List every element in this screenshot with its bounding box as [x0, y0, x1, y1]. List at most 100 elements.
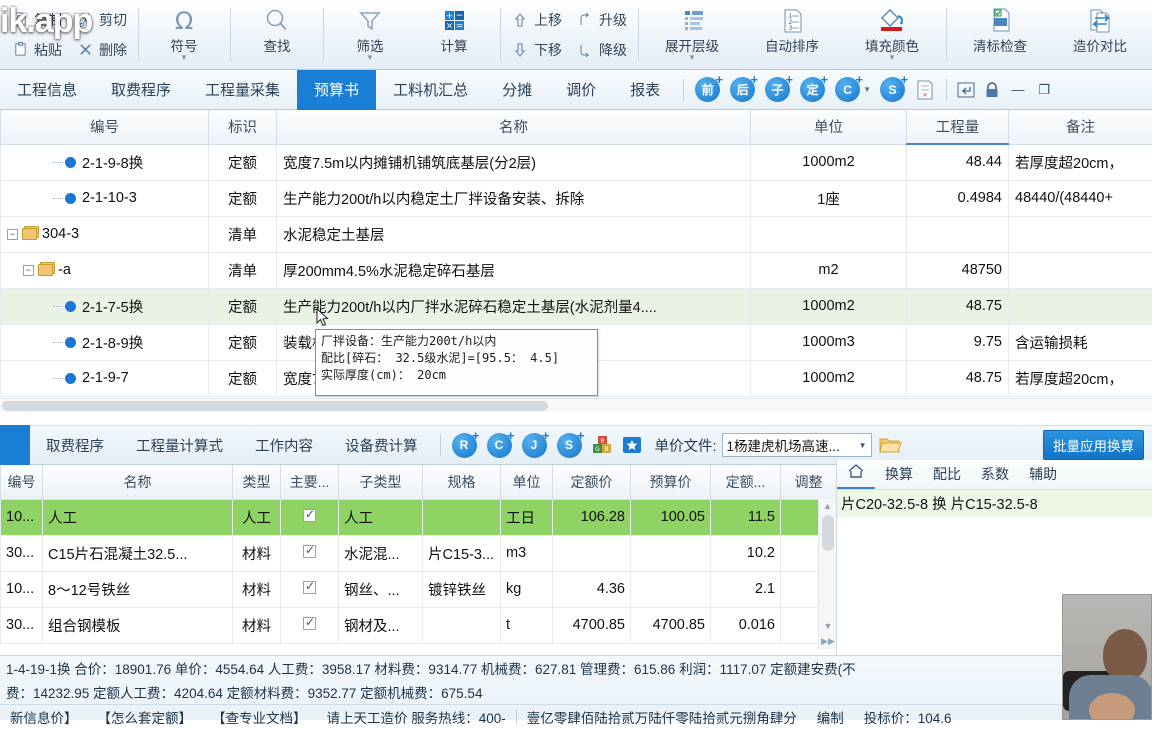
unit-price-file-select[interactable]: 1杨建虎机场高速... ▼: [722, 433, 872, 457]
cell-spec[interactable]: [423, 499, 501, 535]
cell-base-qty[interactable]: 0.016: [711, 607, 781, 643]
cell-code[interactable]: 2-1-7-5换: [1, 288, 209, 324]
conversion-entry[interactable]: 片C20-32.5-8 换 片C15-32.5-8: [837, 490, 1152, 517]
tab-engineering-info[interactable]: 工程信息: [0, 70, 94, 110]
cell-name[interactable]: 生产能力200t/h以内稳定土厂拌设备安装、拆除: [277, 180, 751, 216]
chevron-down-icon[interactable]: ▼: [863, 85, 871, 94]
enter-icon[interactable]: [953, 77, 979, 103]
cell-unit[interactable]: 1000m2: [751, 360, 907, 396]
promote-button[interactable]: 升级: [569, 5, 634, 35]
insert-c-badge[interactable]: C: [835, 77, 860, 102]
cell-mark[interactable]: 定额: [209, 360, 277, 396]
restore-button[interactable]: ❐: [1031, 77, 1057, 103]
cell-note[interactable]: [1009, 288, 1152, 324]
minimize-button[interactable]: —: [1005, 77, 1031, 103]
cell-quantity[interactable]: 48.75: [907, 288, 1009, 324]
cell-name[interactable]: 组合钢模板: [43, 607, 233, 643]
column-header-base-qty[interactable]: 定额...: [711, 465, 781, 499]
cell-subtype[interactable]: 钢材及...: [339, 607, 423, 643]
cell-note[interactable]: [1009, 252, 1152, 288]
cell-quantity[interactable]: 48750: [907, 252, 1009, 288]
table-row[interactable]: 30... 组合钢模板 材料 钢材及... t 4700.85 4700.85 …: [1, 607, 837, 643]
table-row-selected[interactable]: 2-1-7-5换 定额 生产能力200t/h以内厂拌水泥碎石稳定土基层(水泥剂量…: [1, 288, 1152, 324]
column-header-subtype[interactable]: 子类型: [339, 465, 423, 499]
cell-main-checkbox[interactable]: [281, 607, 339, 643]
cell-name[interactable]: 生产能力200t/h以内厂拌水泥碎石稳定土基层(水泥剂量4....: [277, 288, 751, 324]
cell-name[interactable]: 水泥稳定土基层: [277, 216, 751, 252]
chevron-down-icon[interactable]: ▼: [888, 54, 896, 61]
cell-unit[interactable]: t: [501, 607, 553, 643]
cell-subtype[interactable]: 水泥混...: [339, 535, 423, 571]
cell-code[interactable]: 2-1-10-3: [1, 180, 209, 216]
favorite-star-icon[interactable]: [620, 434, 644, 456]
cell-code[interactable]: 10...: [1, 571, 43, 607]
cell-main-checkbox[interactable]: [281, 571, 339, 607]
cell-note[interactable]: 若厚度超20cm，: [1009, 144, 1152, 180]
table-row[interactable]: 2-1-9-8换 定额 宽度7.5m以内摊铺机铺筑底基层(分2层) 1000m2…: [1, 144, 1152, 180]
cell-type[interactable]: 材料: [233, 571, 281, 607]
scroll-right-arrow-icon[interactable]: ▶▶: [819, 634, 837, 648]
detail-tab-quantity-formula[interactable]: 工程量计算式: [120, 435, 239, 456]
column-header-note[interactable]: 备注: [1009, 110, 1152, 144]
cell-base-qty[interactable]: 11.5: [711, 499, 781, 535]
cell-unit[interactable]: kg: [501, 571, 553, 607]
cell-base-price[interactable]: [553, 535, 631, 571]
cell-note[interactable]: 48440/(48440+: [1009, 180, 1152, 216]
column-header-name[interactable]: 名称: [43, 465, 233, 499]
expand-levels-button[interactable]: 展开层级 ▼: [642, 0, 742, 69]
chevron-down-icon[interactable]: ▼: [180, 54, 188, 61]
cell-code[interactable]: − -a: [1, 252, 209, 288]
cell-mark[interactable]: 定额: [209, 288, 277, 324]
tree-collapse-toggle[interactable]: −: [23, 265, 34, 276]
conversion-tab-coefficient[interactable]: 系数: [971, 461, 1019, 489]
detail-tab-active-indicator[interactable]: [0, 425, 30, 465]
add-labor-badge[interactable]: R: [452, 433, 477, 458]
cell-note[interactable]: [1009, 216, 1152, 252]
cell-spec[interactable]: 镀锌铁丝: [423, 571, 501, 607]
resource-grid-vscrollbar[interactable]: ▲ ▼ ▶▶: [818, 499, 836, 649]
move-up-button[interactable]: 上移: [504, 5, 569, 35]
column-header-spec[interactable]: 规格: [423, 465, 501, 499]
conversion-tab-auxiliary[interactable]: 辅助: [1019, 461, 1067, 489]
lock-icon[interactable]: [979, 77, 1005, 103]
cell-subtype[interactable]: 人工: [339, 499, 423, 535]
chevron-down-icon[interactable]: ▼: [366, 54, 374, 61]
table-row[interactable]: 30... C15片石混凝土32.5... 材料 水泥混... 片C15-3..…: [1, 535, 837, 571]
column-header-unit[interactable]: 单位: [501, 465, 553, 499]
cell-unit[interactable]: m3: [501, 535, 553, 571]
cell-code[interactable]: 2-1-9-8换: [1, 144, 209, 180]
cell-unit[interactable]: 1000m2: [751, 144, 907, 180]
cell-budget-price[interactable]: 100.05: [631, 499, 711, 535]
cell-quantity[interactable]: 48.75: [907, 360, 1009, 396]
checkbox-icon[interactable]: [303, 581, 316, 594]
checkbox-icon[interactable]: [303, 617, 316, 630]
column-header-base-price[interactable]: 定额价: [553, 465, 631, 499]
cell-unit[interactable]: m2: [751, 252, 907, 288]
table-row[interactable]: 10... 8～12号铁丝 材料 钢丝、... 镀锌铁丝 kg 4.36 2.1: [1, 571, 837, 607]
symbol-button[interactable]: Ω 符号 ▼: [142, 0, 226, 69]
demote-button[interactable]: 降级: [569, 35, 634, 65]
quota-page-icon[interactable]: ×: [913, 79, 937, 101]
cell-note[interactable]: 若厚度超20cm，: [1009, 360, 1152, 396]
cell-mark[interactable]: 定额: [209, 180, 277, 216]
cell-name[interactable]: 人工: [43, 499, 233, 535]
cell-base-price[interactable]: 4.36: [553, 571, 631, 607]
add-machine-badge[interactable]: J: [522, 433, 547, 458]
cell-spec[interactable]: [423, 607, 501, 643]
cell-main-checkbox[interactable]: [281, 535, 339, 571]
add-material-badge[interactable]: C: [487, 433, 512, 458]
cell-mark[interactable]: 清单: [209, 252, 277, 288]
find-button[interactable]: 查找: [235, 0, 319, 69]
cell-unit[interactable]: 1座: [751, 180, 907, 216]
cell-base-qty[interactable]: 2.1: [711, 571, 781, 607]
cell-name[interactable]: 厚200mm4.5%水泥稳定碎石基层: [277, 252, 751, 288]
insert-s-badge[interactable]: S: [880, 77, 905, 102]
cell-base-price[interactable]: 4700.85: [553, 607, 631, 643]
scrollbar-thumb[interactable]: [822, 515, 834, 551]
cell-unit[interactable]: 工日: [501, 499, 553, 535]
tab-fee-program[interactable]: 取费程序: [94, 70, 188, 110]
insert-after-badge[interactable]: 后: [730, 77, 755, 102]
conversion-tab-ratio[interactable]: 配比: [923, 461, 971, 489]
cell-unit[interactable]: 1000m2: [751, 288, 907, 324]
cell-code[interactable]: 2-1-9-7: [1, 360, 209, 396]
